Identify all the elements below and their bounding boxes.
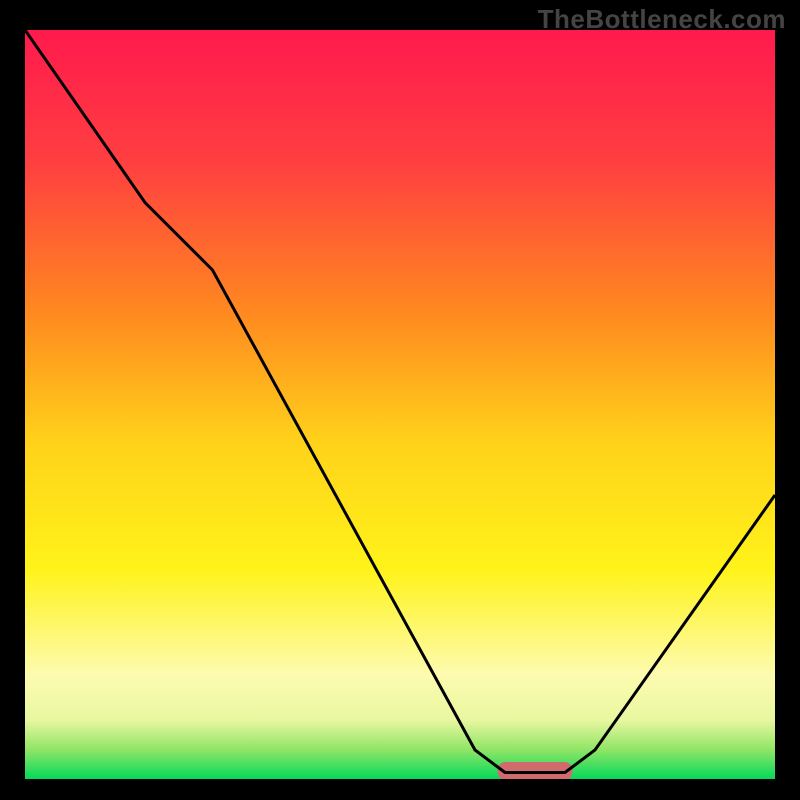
chart-plot <box>25 30 775 780</box>
chart-svg <box>25 30 775 780</box>
gradient-background <box>25 30 775 780</box>
chart-frame: TheBottleneck.com <box>0 0 800 800</box>
